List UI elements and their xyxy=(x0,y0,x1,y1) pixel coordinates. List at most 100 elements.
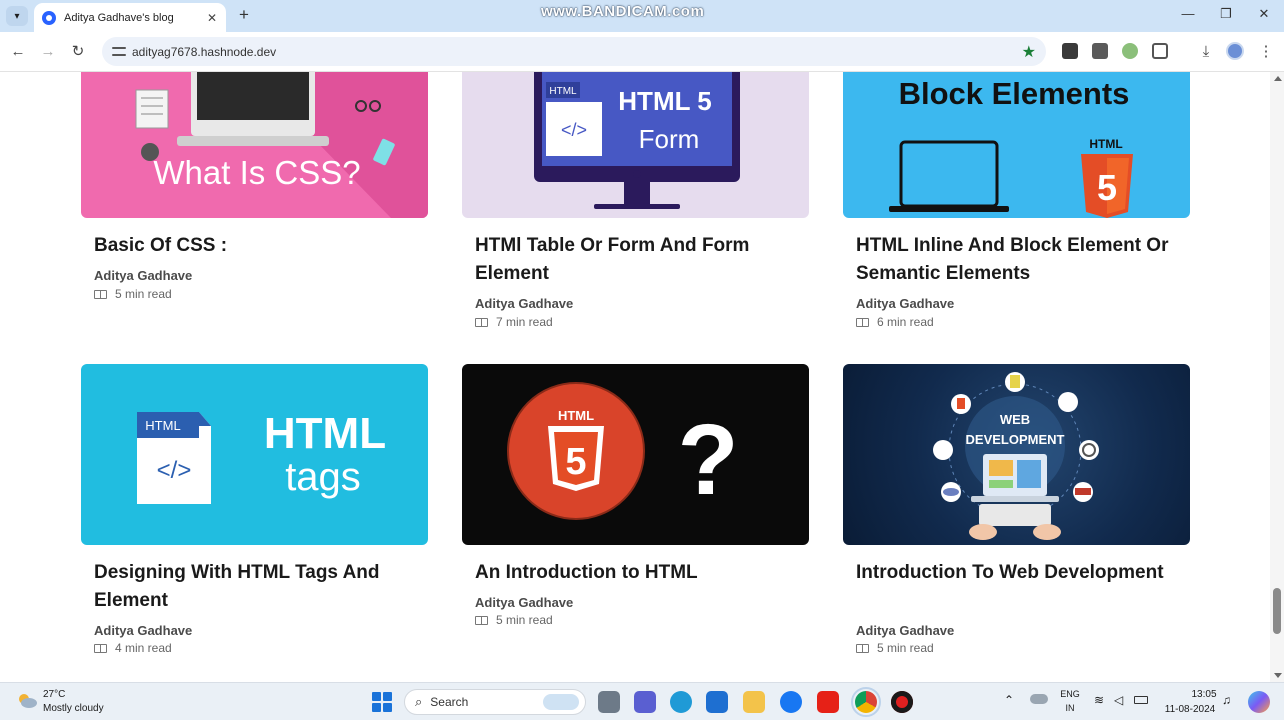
close-icon[interactable]: ✕ xyxy=(204,11,220,25)
hashnode-favicon-icon xyxy=(42,10,56,25)
article-title[interactable]: Basic Of CSS : xyxy=(94,232,419,260)
maximize-icon[interactable]: ❐ xyxy=(1214,6,1238,22)
volume-icon[interactable]: ◁ xyxy=(1114,693,1123,707)
address-bar[interactable]: adityag7678.hashnode.dev ★ xyxy=(102,37,1046,66)
language-bottom[interactable]: IN xyxy=(1058,703,1082,713)
facebook-icon[interactable] xyxy=(780,691,802,713)
copilot-icon[interactable] xyxy=(1248,691,1270,713)
article-title[interactable]: Introduction To Web Development xyxy=(856,559,1181,587)
forward-icon[interactable]: → xyxy=(38,42,58,62)
thumb-badge: HTML xyxy=(1089,137,1122,151)
extension-icon-3[interactable] xyxy=(1122,43,1138,59)
browser-toolbar: ← → ↻ adityag7678.hashnode.dev ★ ⤓ ⋮ xyxy=(0,32,1284,72)
thumb-five: 5 xyxy=(565,441,586,483)
read-time-label: 5 min read xyxy=(877,641,934,655)
recorder-watermark: www.BANDICAM.com xyxy=(541,3,705,20)
thumb-question-mark: ? xyxy=(677,404,738,516)
article-read-time: 5 min read xyxy=(856,641,934,655)
thumb-subheading: Form xyxy=(639,124,700,154)
site-info-icon[interactable] xyxy=(112,45,126,59)
onedrive-icon[interactable] xyxy=(1030,694,1048,704)
extension-icon-2[interactable] xyxy=(1092,43,1108,59)
read-time-label: 6 min read xyxy=(877,315,934,329)
windows-taskbar: 27°C Mostly cloudy ⌕ Search ⌃ ENG IN ≋ ◁… xyxy=(0,682,1284,720)
language-top[interactable]: ENG xyxy=(1058,689,1082,699)
reload-icon[interactable]: ↻ xyxy=(68,42,88,62)
thumb-code: </> xyxy=(157,457,192,484)
book-icon xyxy=(475,615,488,625)
book-icon xyxy=(94,643,107,653)
cloud-weather-icon[interactable] xyxy=(16,692,38,708)
teams-icon[interactable] xyxy=(634,691,656,713)
read-time-label: 7 min read xyxy=(496,315,553,329)
thumb-caption: What Is CSS? xyxy=(153,154,360,191)
article-title[interactable]: HTML Inline And Block Element Or Semanti… xyxy=(856,232,1181,288)
book-icon xyxy=(856,643,869,653)
scroll-up-arrow-icon[interactable] xyxy=(1274,76,1282,81)
thumb-subheading: tags xyxy=(285,455,361,499)
article-title[interactable]: HTMl Table Or Form And Form Element xyxy=(475,232,800,288)
bandicam-icon[interactable] xyxy=(891,691,913,713)
article-thumbnail[interactable]: WEB DEVELOPMENT xyxy=(843,364,1190,545)
page-scrollbar[interactable] xyxy=(1270,72,1284,682)
bookmark-star-icon[interactable]: ★ xyxy=(1022,42,1036,62)
article-thumbnail[interactable]: HTML </> HTML tags xyxy=(81,364,428,545)
search-label: Search xyxy=(430,695,469,709)
article-thumbnail[interactable]: HTML 5 ? xyxy=(462,364,809,545)
windows-start-icon[interactable] xyxy=(372,692,392,712)
tab-list-icon[interactable]: ▾ xyxy=(6,6,28,26)
back-icon[interactable]: ← xyxy=(8,42,28,62)
url-text[interactable]: adityag7678.hashnode.dev xyxy=(132,45,276,59)
clock-date[interactable]: 11-08-2024 xyxy=(1160,704,1220,715)
mail-icon[interactable] xyxy=(706,691,728,713)
notification-bell-icon[interactable]: ♫ xyxy=(1222,693,1231,707)
extension-icon-1[interactable] xyxy=(1062,43,1078,59)
article-thumbnail[interactable]: HTML </> HTML 5 Form xyxy=(462,72,809,218)
chevron-up-icon[interactable]: ⌃ xyxy=(1004,693,1014,707)
weather-temperature[interactable]: 27°C xyxy=(43,689,65,700)
article-author: Aditya Gadhave xyxy=(94,268,193,283)
weather-description[interactable]: Mostly cloudy xyxy=(43,703,104,714)
read-time-label: 5 min read xyxy=(496,613,553,627)
scrollbar-thumb[interactable] xyxy=(1273,588,1281,634)
thumb-badge: HTML xyxy=(549,86,577,97)
wifi-icon[interactable]: ≋ xyxy=(1094,693,1104,707)
thumb-heading: Block Elements xyxy=(899,76,1130,111)
blog-page: What Is CSS? Basic Of CSS : Aditya Gadha… xyxy=(0,72,1270,682)
article-author: Aditya Gadhave xyxy=(94,623,193,638)
minimize-icon[interactable]: — xyxy=(1176,6,1200,21)
more-menu-icon[interactable]: ⋮ xyxy=(1256,42,1276,62)
article-author: Aditya Gadhave xyxy=(475,595,574,610)
thumb-badge: HTML xyxy=(145,418,180,433)
plus-icon[interactable]: + xyxy=(234,6,254,26)
battery-icon[interactable] xyxy=(1134,696,1148,704)
article-thumbnail[interactable]: Block Elements HTML 5 xyxy=(843,72,1190,218)
book-icon xyxy=(856,317,869,327)
download-icon[interactable]: ⤓ xyxy=(1196,42,1216,62)
read-time-label: 4 min read xyxy=(115,641,172,655)
article-read-time: 7 min read xyxy=(475,315,553,329)
file-explorer-icon[interactable] xyxy=(743,691,765,713)
search-icon: ⌕ xyxy=(415,694,423,709)
extensions-icon[interactable] xyxy=(1152,43,1168,59)
article-read-time: 6 min read xyxy=(856,315,934,329)
task-view-icon[interactable] xyxy=(598,691,620,713)
browser-tab[interactable]: Aditya Gadhave's blog ✕ xyxy=(34,3,226,32)
thumb-badge: HTML xyxy=(558,408,594,423)
youtube-icon[interactable] xyxy=(817,691,839,713)
window-close-icon[interactable]: ✕ xyxy=(1252,6,1276,22)
profile-avatar[interactable] xyxy=(1226,42,1244,60)
browser-titlebar: ▾ Aditya Gadhave's blog ✕ + www.BANDICAM… xyxy=(0,0,1284,32)
scroll-down-arrow-icon[interactable] xyxy=(1274,673,1282,678)
taskbar-search[interactable]: ⌕ Search xyxy=(404,689,586,715)
clock-time[interactable]: 13:05 xyxy=(1182,689,1226,700)
article-title[interactable]: Designing With HTML Tags And Element xyxy=(94,559,419,615)
article-thumbnail[interactable]: What Is CSS? xyxy=(81,72,428,218)
chrome-icon[interactable] xyxy=(851,687,881,717)
edge-icon[interactable] xyxy=(670,691,692,713)
tab-title: Aditya Gadhave's blog xyxy=(64,11,174,24)
thumb-heading: HTML 5 xyxy=(618,86,711,116)
article-title[interactable]: An Introduction to HTML xyxy=(475,559,800,587)
article-author: Aditya Gadhave xyxy=(475,296,574,311)
book-icon xyxy=(94,289,107,299)
